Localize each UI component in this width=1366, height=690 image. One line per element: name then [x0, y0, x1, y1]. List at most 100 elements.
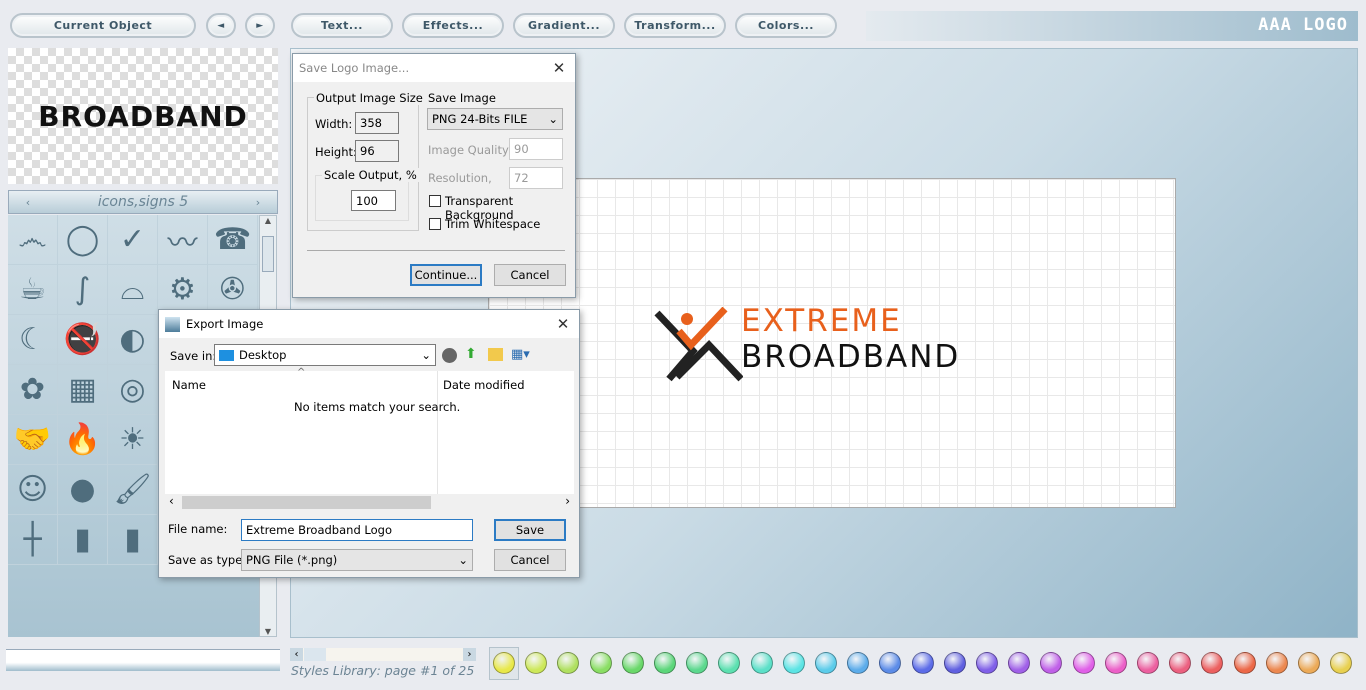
scroll-up-arrow-icon[interactable]: ▲ [260, 216, 276, 234]
library-icon[interactable]: ▮ [58, 515, 108, 565]
style-swatch[interactable] [557, 652, 580, 674]
styles-next-icon[interactable]: › [463, 648, 476, 661]
style-swatch[interactable] [1265, 652, 1288, 674]
style-swatch[interactable] [654, 652, 676, 674]
save-button[interactable]: Save [494, 519, 566, 541]
style-swatch[interactable] [525, 652, 548, 674]
quality-stepper[interactable]: 90 [509, 138, 563, 160]
scroll-thumb[interactable] [262, 236, 274, 272]
resolution-select[interactable]: 72 [509, 167, 563, 189]
style-swatch[interactable] [1040, 652, 1063, 674]
colors-button[interactable]: Colors... [735, 13, 837, 38]
scroll-right-icon[interactable]: › [565, 494, 570, 508]
style-swatch[interactable] [493, 652, 515, 674]
library-icon[interactable]: 🤝 [8, 415, 58, 465]
save-type-select[interactable]: PNG File (*.png) ⌄ [241, 549, 473, 571]
library-icon[interactable]: ✿ [8, 365, 58, 415]
width-field[interactable]: 358 [355, 112, 399, 134]
style-swatch[interactable] [879, 652, 902, 674]
scroll-down-arrow-icon[interactable]: ▼ [260, 627, 276, 636]
library-icon[interactable]: ∫ [58, 265, 108, 315]
library-icon[interactable]: ┼ [8, 515, 58, 565]
artboard[interactable]: EXTREME BROADBAND [488, 178, 1176, 508]
library-icon[interactable]: ☀ [108, 415, 158, 465]
library-icon[interactable]: ☕ [8, 265, 58, 315]
style-swatch[interactable] [686, 652, 709, 674]
close-icon[interactable]: ✕ [543, 59, 575, 77]
library-icon[interactable]: ෴ [8, 215, 58, 265]
up-folder-icon[interactable]: ⬆ [465, 346, 477, 362]
continue-button[interactable]: Continue... [410, 264, 482, 286]
format-select[interactable]: PNG 24-Bits FILE ⌄ [427, 108, 563, 130]
cancel-button[interactable]: Cancel [494, 264, 566, 286]
library-icon[interactable]: ◯ [58, 215, 108, 265]
file-name-input[interactable]: Extreme Broadband Logo [241, 519, 473, 541]
style-swatch[interactable] [1298, 652, 1320, 674]
style-swatch[interactable] [1072, 652, 1095, 674]
library-icon[interactable]: ✇ [208, 265, 258, 315]
library-icon[interactable]: ☺ [8, 465, 58, 515]
styles-scroll-thumb[interactable] [304, 648, 326, 661]
library-icon[interactable]: ⌓ [108, 265, 158, 315]
style-swatch[interactable] [847, 652, 870, 674]
style-swatch[interactable] [911, 652, 934, 674]
scroll-thumb[interactable] [182, 496, 431, 509]
column-name[interactable]: Name [172, 378, 206, 392]
style-swatch[interactable] [718, 652, 741, 674]
style-swatch[interactable] [1330, 652, 1353, 674]
style-swatch[interactable] [815, 652, 837, 674]
library-icon[interactable]: 🖌 [108, 465, 158, 515]
style-swatch[interactable] [782, 652, 805, 674]
view-menu-icon[interactable]: ▦▾ [511, 347, 530, 362]
style-swatch[interactable] [943, 652, 966, 674]
horizontal-scrollbar[interactable]: ‹ › [165, 494, 574, 511]
save-in-select[interactable]: Desktop ⌄ [214, 344, 436, 366]
library-icon[interactable]: ☎ [208, 215, 258, 265]
cancel-button[interactable]: Cancel [494, 549, 566, 571]
library-icon[interactable]: ◎ [108, 365, 158, 415]
library-icon[interactable]: ▦ [58, 365, 108, 415]
next-object-button[interactable]: ► [245, 13, 275, 38]
column-date-modified[interactable]: Date modified [443, 378, 525, 392]
new-folder-icon[interactable] [488, 348, 503, 361]
style-swatch[interactable] [621, 652, 644, 674]
library-icon[interactable]: ◐ [108, 315, 158, 365]
library-icon[interactable]: 🚭 [58, 315, 108, 365]
library-icon[interactable]: ● [58, 465, 108, 515]
text-button[interactable]: Text... [291, 13, 393, 38]
transparent-checkbox[interactable] [429, 195, 441, 207]
library-icon[interactable]: ⚙ [158, 265, 208, 315]
library-icon[interactable]: 〰 [158, 215, 208, 265]
style-swatch[interactable] [1137, 652, 1159, 674]
height-field[interactable]: 96 [355, 140, 399, 162]
transform-button[interactable]: Transform... [624, 13, 726, 38]
library-icon[interactable]: ▮ [108, 515, 158, 565]
style-swatch[interactable] [1104, 652, 1127, 674]
trim-checkbox[interactable] [429, 218, 441, 230]
gradient-button[interactable]: Gradient... [513, 13, 615, 38]
style-swatch[interactable] [1201, 652, 1224, 674]
effects-button[interactable]: Effects... [402, 13, 504, 38]
back-icon[interactable] [442, 348, 457, 363]
library-next-button[interactable]: › [239, 191, 277, 213]
styles-prev-icon[interactable]: ‹ [290, 648, 303, 661]
library-prev-button[interactable]: ‹ [9, 191, 47, 213]
status-field[interactable] [6, 649, 280, 671]
prev-object-button[interactable]: ◄ [206, 13, 236, 38]
library-icon[interactable]: 🔥 [58, 415, 108, 465]
close-icon[interactable]: ✕ [547, 315, 579, 333]
styles-scrollbar[interactable]: ‹ › [290, 648, 476, 661]
style-swatch[interactable] [1008, 652, 1031, 674]
style-swatch[interactable] [589, 652, 612, 674]
scroll-left-icon[interactable]: ‹ [169, 494, 174, 508]
scale-stepper[interactable]: 100 [351, 190, 396, 211]
library-icon[interactable]: ☾ [8, 315, 58, 365]
style-swatch[interactable] [1169, 652, 1192, 674]
current-object-button[interactable]: Current Object [10, 13, 196, 38]
style-swatch[interactable] [976, 652, 998, 674]
style-swatch[interactable] [1233, 652, 1256, 674]
empty-message: No items match your search. [294, 400, 461, 414]
file-list[interactable]: Name ^ Date modified No items match your… [165, 367, 574, 511]
style-swatch[interactable] [750, 652, 773, 674]
library-icon[interactable]: ✓ [108, 215, 158, 265]
